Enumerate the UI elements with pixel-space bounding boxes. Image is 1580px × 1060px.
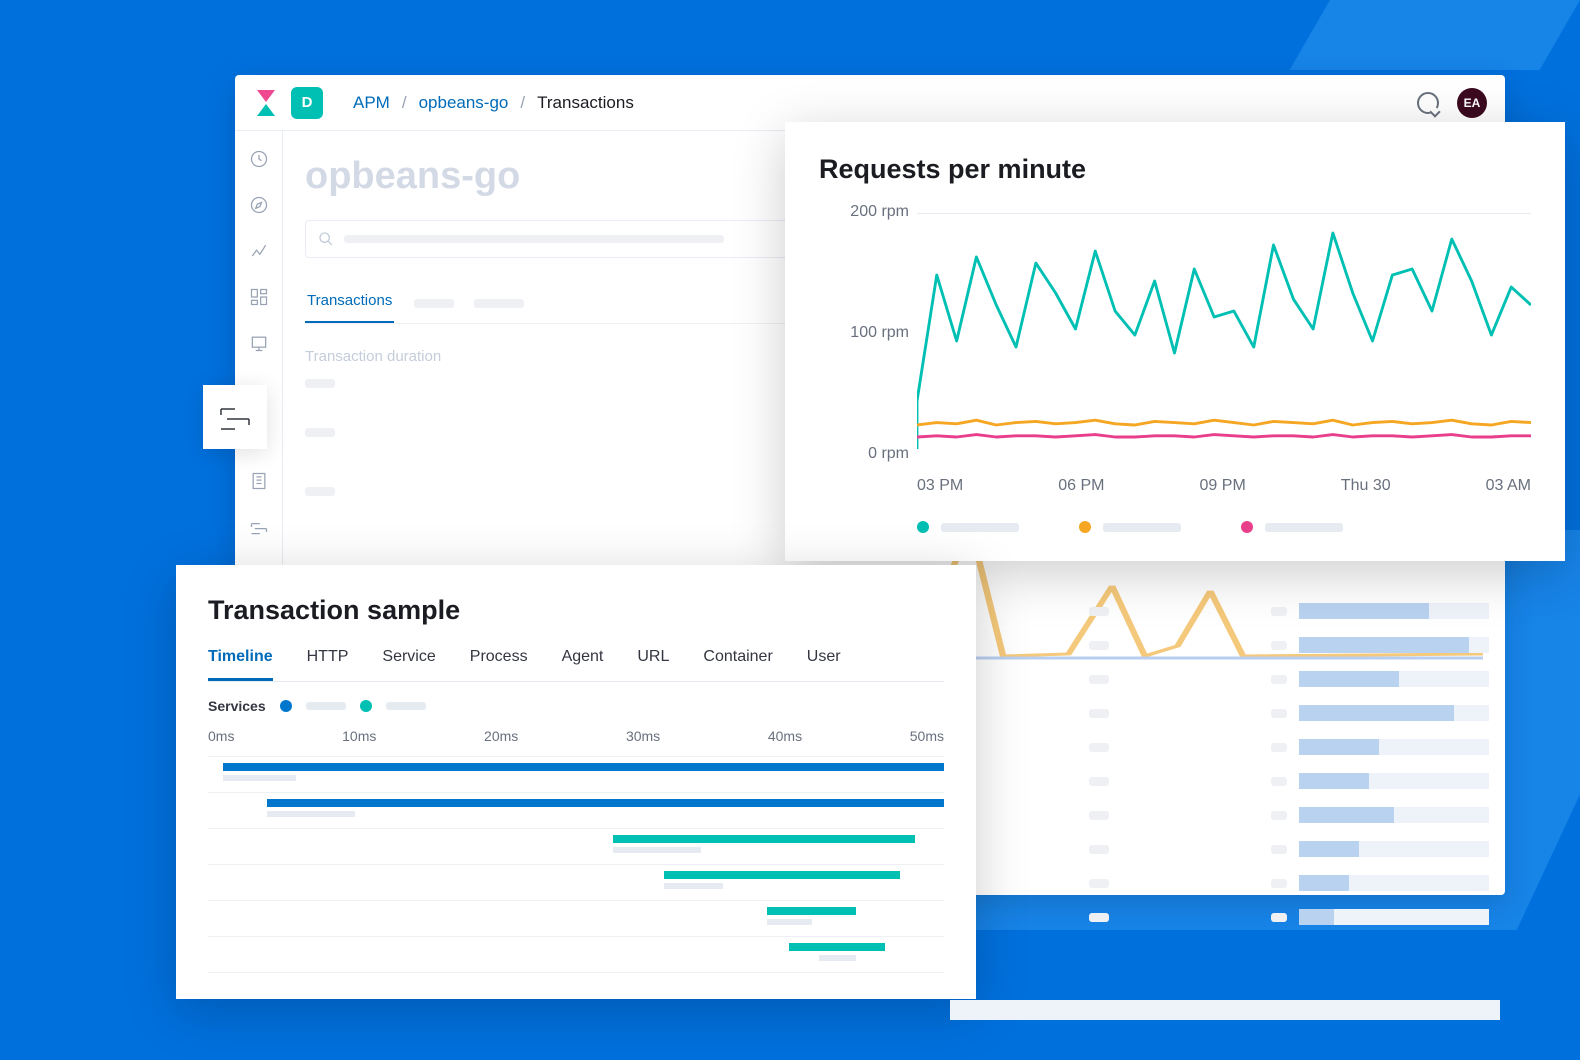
service-dot — [360, 700, 372, 712]
rpm-legend — [917, 521, 1531, 533]
breadcrumb-service[interactable]: opbeans-go — [419, 93, 509, 113]
space-selector[interactable]: D — [291, 87, 323, 119]
rpm-chart: 200 rpm 100 rpm 0 rpm — [819, 209, 1531, 469]
ts-tab-url[interactable]: URL — [637, 648, 669, 681]
footer-placeholder — [950, 1000, 1500, 1020]
transaction-sample-card: Transaction sample Timeline HTTP Service Pr… — [176, 565, 976, 999]
legend-item[interactable] — [1079, 521, 1181, 533]
ts-services-legend: Services — [208, 698, 944, 714]
span-row[interactable] — [208, 865, 944, 901]
list-item[interactable] — [1089, 909, 1489, 925]
avatar[interactable]: EA — [1457, 88, 1487, 118]
tab-placeholder[interactable] — [414, 299, 454, 308]
rpm-card: Requests per minute 200 rpm 100 rpm 0 rp… — [785, 122, 1565, 561]
kibana-logo-icon[interactable] — [253, 90, 279, 116]
tab-placeholder[interactable] — [474, 299, 524, 308]
apm-nav-popout[interactable] — [203, 385, 267, 449]
ts-tab-agent[interactable]: Agent — [562, 648, 604, 681]
ts-tab-process[interactable]: Process — [470, 648, 528, 681]
rpm-xticks: 03 PM 06 PM 09 PM Thu 30 03 AM — [917, 477, 1531, 495]
ts-tab-service[interactable]: Service — [382, 648, 435, 681]
ts-tab-timeline[interactable]: Timeline — [208, 648, 273, 681]
list-item[interactable] — [1089, 603, 1489, 619]
ts-title: Transaction sample — [208, 595, 944, 626]
list-item[interactable] — [1089, 875, 1489, 891]
ts-tab-user[interactable]: User — [807, 648, 841, 681]
dashboard-icon[interactable] — [249, 287, 269, 307]
apm-icon[interactable] — [249, 517, 269, 537]
service-dot — [280, 700, 292, 712]
visualize-icon[interactable] — [249, 241, 269, 261]
legend-item[interactable] — [1241, 521, 1343, 533]
canvas-icon[interactable] — [249, 333, 269, 353]
breadcrumb-current: Transactions — [537, 93, 634, 113]
span-row[interactable] — [208, 937, 944, 973]
list-item[interactable] — [1089, 841, 1489, 857]
search-icon — [318, 231, 334, 247]
span-row[interactable] — [208, 901, 944, 937]
ts-tab-http[interactable]: HTTP — [307, 648, 349, 681]
list-item[interactable] — [1089, 671, 1489, 687]
transactions-list — [1089, 603, 1489, 943]
list-item[interactable] — [1089, 773, 1489, 789]
infra-icon[interactable] — [249, 471, 269, 491]
recent-icon[interactable] — [249, 149, 269, 169]
ts-xticks: 0ms10ms20ms30ms40ms50ms — [208, 728, 944, 744]
list-item[interactable] — [1089, 637, 1489, 653]
discover-icon[interactable] — [249, 195, 269, 215]
breadcrumb: APM / opbeans-go / Transactions — [353, 93, 634, 113]
tab-transactions[interactable]: Transactions — [305, 284, 394, 323]
waterfall[interactable] — [208, 756, 944, 973]
ts-tabs: Timeline HTTP Service Process Agent URL Contai… — [208, 648, 944, 682]
list-item[interactable] — [1089, 807, 1489, 823]
list-item[interactable] — [1089, 739, 1489, 755]
span-row[interactable] — [208, 793, 944, 829]
span-row[interactable] — [208, 829, 944, 865]
legend-item[interactable] — [917, 521, 1019, 533]
list-item[interactable] — [1089, 705, 1489, 721]
ts-tab-container[interactable]: Container — [703, 648, 772, 681]
rpm-title: Requests per minute — [819, 154, 1531, 185]
feedback-icon[interactable] — [1417, 92, 1439, 114]
breadcrumb-apm[interactable]: APM — [353, 93, 390, 113]
span-row[interactable] — [208, 757, 944, 793]
